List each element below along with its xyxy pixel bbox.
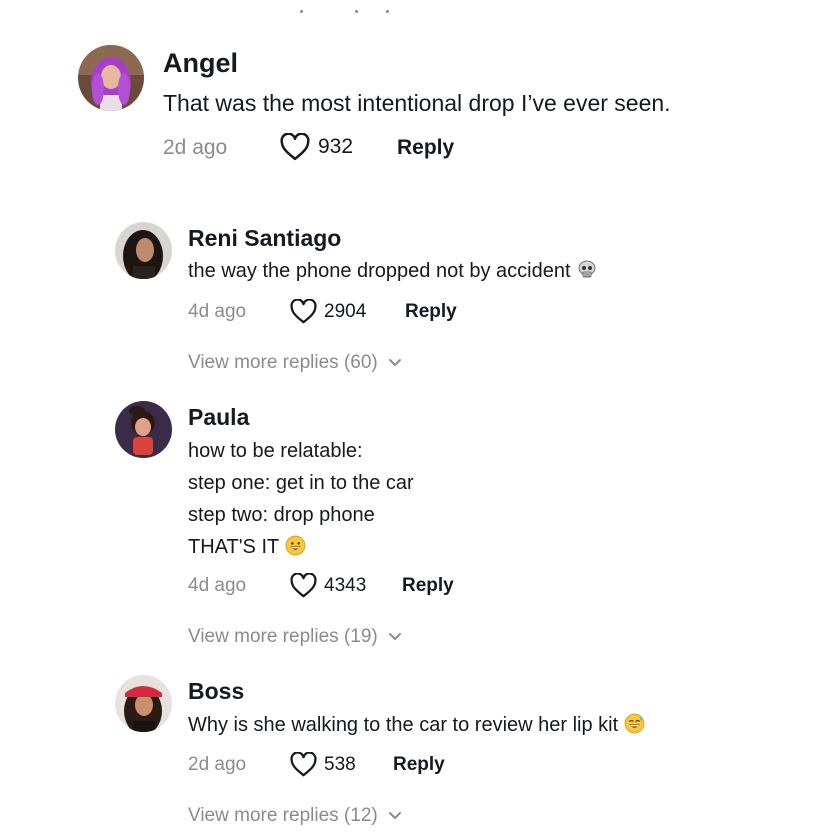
comment-text: Why is she walking to the car to review … bbox=[188, 713, 645, 740]
comment-text-content: Why is she walking to the car to review … bbox=[188, 714, 619, 736]
comment-line: THAT'S IT bbox=[188, 535, 306, 562]
comment-time: 2d ago bbox=[188, 754, 247, 775]
comment-line-content: THAT'S IT bbox=[188, 536, 280, 558]
comment-text: the way the phone dropped not by acciden… bbox=[188, 260, 597, 286]
view-more-replies-label: View more replies (19) bbox=[188, 626, 378, 647]
comment-text: That was the most intentional drop I’ve … bbox=[163, 90, 671, 116]
like-button[interactable]: 4343 bbox=[290, 573, 366, 598]
view-more-replies[interactable]: View more replies (19) bbox=[188, 626, 402, 648]
view-more-replies[interactable]: View more replies (12) bbox=[188, 805, 402, 827]
like-button[interactable]: 2904 bbox=[290, 299, 366, 324]
like-count: 538 bbox=[324, 753, 356, 775]
sweat-smile-emoji bbox=[624, 713, 645, 740]
comment-time: 4d ago bbox=[188, 301, 247, 322]
chevron-down-icon bbox=[388, 812, 401, 819]
heart-icon bbox=[280, 133, 310, 161]
comment-author[interactable]: Paula bbox=[188, 404, 249, 431]
view-more-replies[interactable]: View more replies (60) bbox=[188, 352, 402, 374]
avatar[interactable] bbox=[115, 222, 172, 279]
comment-author[interactable]: Boss bbox=[188, 678, 244, 705]
view-more-replies-label: View more replies (12) bbox=[188, 805, 378, 826]
like-button[interactable]: 932 bbox=[280, 133, 353, 161]
heart-icon bbox=[290, 752, 317, 777]
reply-button[interactable]: Reply bbox=[402, 575, 454, 597]
heart-icon bbox=[290, 299, 317, 324]
skull-emoji bbox=[577, 260, 597, 286]
avatar-image bbox=[115, 222, 172, 279]
comment-line: step two: drop phone bbox=[188, 504, 375, 526]
comments-page: Angel That was the most intentional drop… bbox=[0, 0, 840, 840]
heart-icon bbox=[290, 573, 317, 598]
comment-line: step one: get in to the car bbox=[188, 472, 414, 494]
reply-button[interactable]: Reply bbox=[405, 301, 457, 323]
avatar-image bbox=[115, 675, 172, 732]
chevron-down-icon bbox=[388, 359, 401, 366]
top-dots bbox=[300, 10, 390, 14]
avatar[interactable] bbox=[115, 675, 172, 732]
like-count: 4343 bbox=[324, 574, 367, 596]
chevron-down-icon bbox=[388, 633, 401, 640]
reply-button[interactable]: Reply bbox=[397, 136, 454, 160]
comment-text-content: the way the phone dropped not by acciden… bbox=[188, 260, 571, 282]
comment-time: 4d ago bbox=[188, 575, 247, 596]
like-count: 932 bbox=[318, 135, 354, 158]
grinning-emoji bbox=[285, 535, 306, 562]
comment-line: how to be relatable: bbox=[188, 440, 363, 462]
avatar-image bbox=[78, 45, 144, 111]
comment-author[interactable]: Reni Santiago bbox=[188, 225, 341, 252]
comment-author[interactable]: Angel bbox=[163, 48, 238, 79]
comment-time: 2d ago bbox=[163, 136, 228, 159]
like-button[interactable]: 538 bbox=[290, 752, 356, 777]
avatar-image bbox=[115, 401, 172, 458]
like-count: 2904 bbox=[324, 300, 367, 322]
reply-button[interactable]: Reply bbox=[393, 754, 445, 776]
view-more-replies-label: View more replies (60) bbox=[188, 352, 378, 373]
avatar[interactable] bbox=[115, 401, 172, 458]
avatar[interactable] bbox=[78, 45, 144, 111]
